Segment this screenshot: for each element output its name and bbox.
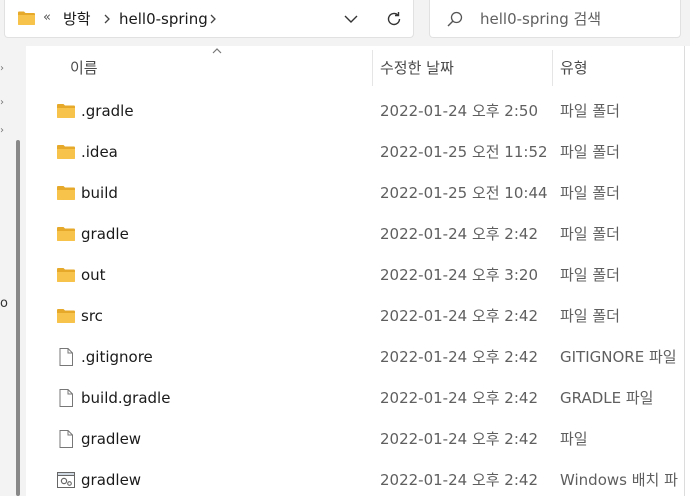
file-date-modified: 2022-01-25 오전 11:52 — [380, 143, 548, 161]
breadcrumb-chevron-icon[interactable] — [103, 14, 111, 24]
folder-icon — [56, 101, 76, 121]
file-explorer-window: « 방학 hell0-spring hell0-spring 검색 › › › … — [0, 0, 690, 496]
file-row[interactable]: build.gradle 2022-01-24 오후 2:42 GRADLE 파일 — [26, 377, 690, 418]
file-name[interactable]: out — [81, 265, 106, 285]
file-row[interactable]: gradle 2022-01-24 오후 2:42 파일 폴더 — [26, 213, 690, 254]
file-type: 파일 폴더 — [560, 184, 620, 202]
column-name[interactable]: 이름 — [70, 58, 98, 78]
file-type: 파일 폴더 — [560, 307, 620, 325]
file-name[interactable]: .idea — [81, 142, 118, 162]
file-name[interactable]: .gradle — [81, 101, 134, 121]
folder-icon — [56, 224, 76, 244]
file-row[interactable]: gradlew 2022-01-24 오후 2:42 Windows 배치 파 — [26, 459, 690, 496]
file-name[interactable]: gradlew — [81, 429, 141, 449]
navigation-pane: › › › o — [0, 46, 26, 496]
file-date-modified: 2022-01-24 오후 2:42 — [380, 471, 538, 489]
search-box[interactable]: hell0-spring 검색 — [429, 0, 681, 38]
nav-item-fragment[interactable]: o — [0, 296, 8, 311]
breadcrumb-item-hell0-spring[interactable]: hell0-spring — [119, 9, 208, 29]
file-row[interactable]: .gitignore 2022-01-24 오후 2:42 GITIGNORE 파일 — [26, 336, 690, 377]
file-name[interactable]: .gitignore — [81, 347, 153, 367]
column-date-modified[interactable]: 수정한 날짜 — [380, 58, 454, 78]
file-name[interactable]: build.gradle — [81, 388, 170, 408]
breadcrumb-chevron-icon[interactable] — [209, 14, 217, 24]
column-divider[interactable] — [372, 50, 373, 86]
file-row[interactable]: out 2022-01-24 오후 3:20 파일 폴더 — [26, 254, 690, 295]
batch-file-icon — [56, 470, 76, 490]
file-date-modified: 2022-01-24 오후 2:42 — [380, 307, 538, 325]
sort-ascending-icon — [212, 48, 222, 54]
file-type: GITIGNORE 파일 — [560, 348, 677, 366]
file-row[interactable]: .gradle 2022-01-24 오후 2:50 파일 폴더 — [26, 90, 690, 131]
column-type[interactable]: 유형 — [560, 58, 588, 78]
file-type: 파일 폴더 — [560, 266, 620, 284]
chevron-down-icon — [344, 15, 358, 23]
nav-expand-chevron-icon[interactable]: › — [0, 98, 4, 108]
file-row[interactable]: .idea 2022-01-25 오전 11:52 파일 폴더 — [26, 131, 690, 172]
folder-icon — [56, 142, 76, 162]
folder-icon — [56, 306, 76, 326]
folder-icon — [18, 11, 35, 25]
file-type: Windows 배치 파 — [560, 471, 678, 489]
file-list: 이름 수정한 날짜 유형 .gradle 2022-01-24 오후 2:50 파일… — [26, 46, 690, 496]
refresh-button[interactable] — [381, 6, 407, 32]
address-bar[interactable]: « 방학 hell0-spring — [4, 0, 414, 38]
file-name[interactable]: src — [81, 306, 103, 326]
folder-icon — [56, 183, 76, 203]
file-row[interactable]: build 2022-01-25 오전 10:44 파일 폴더 — [26, 172, 690, 213]
file-icon — [56, 347, 76, 367]
column-header: 이름 수정한 날짜 유형 — [26, 46, 690, 90]
file-icon — [56, 429, 76, 449]
history-dropdown-button[interactable] — [338, 6, 364, 32]
file-type: 파일 — [560, 430, 588, 448]
top-bar: « 방학 hell0-spring hell0-spring 검색 — [0, 0, 690, 46]
refresh-icon — [387, 12, 401, 26]
file-row[interactable]: gradlew 2022-01-24 오후 2:42 파일 — [26, 418, 690, 459]
file-type: GRADLE 파일 — [560, 389, 654, 407]
file-name[interactable]: gradle — [81, 224, 129, 244]
search-input[interactable]: hell0-spring 검색 — [480, 9, 601, 29]
file-type: 파일 폴더 — [560, 225, 620, 243]
file-date-modified: 2022-01-24 오후 2:42 — [380, 225, 538, 243]
file-type: 파일 폴더 — [560, 143, 620, 161]
file-type: 파일 폴더 — [560, 102, 620, 120]
file-date-modified: 2022-01-24 오후 3:20 — [380, 266, 538, 284]
file-date-modified: 2022-01-24 오후 2:42 — [380, 348, 538, 366]
file-name[interactable]: gradlew — [81, 470, 141, 490]
nav-expand-chevron-icon[interactable]: › — [0, 64, 4, 74]
breadcrumb-item-vacation[interactable]: 방학 — [63, 9, 91, 29]
file-icon — [56, 388, 76, 408]
column-divider[interactable] — [552, 50, 553, 86]
file-date-modified: 2022-01-24 오후 2:42 — [380, 430, 538, 448]
pane-border — [684, 46, 685, 496]
file-date-modified: 2022-01-25 오전 10:44 — [380, 184, 548, 202]
overflow-breadcrumb[interactable]: « — [43, 8, 51, 28]
file-name[interactable]: build — [81, 183, 118, 203]
folder-icon — [56, 265, 76, 285]
nav-expand-chevron-icon[interactable]: › — [0, 126, 4, 136]
file-date-modified: 2022-01-24 오후 2:42 — [380, 389, 538, 407]
nav-scrollbar[interactable] — [16, 140, 20, 496]
file-date-modified: 2022-01-24 오후 2:50 — [380, 102, 538, 120]
file-row[interactable]: src 2022-01-24 오후 2:42 파일 폴더 — [26, 295, 690, 336]
search-icon — [447, 11, 463, 27]
